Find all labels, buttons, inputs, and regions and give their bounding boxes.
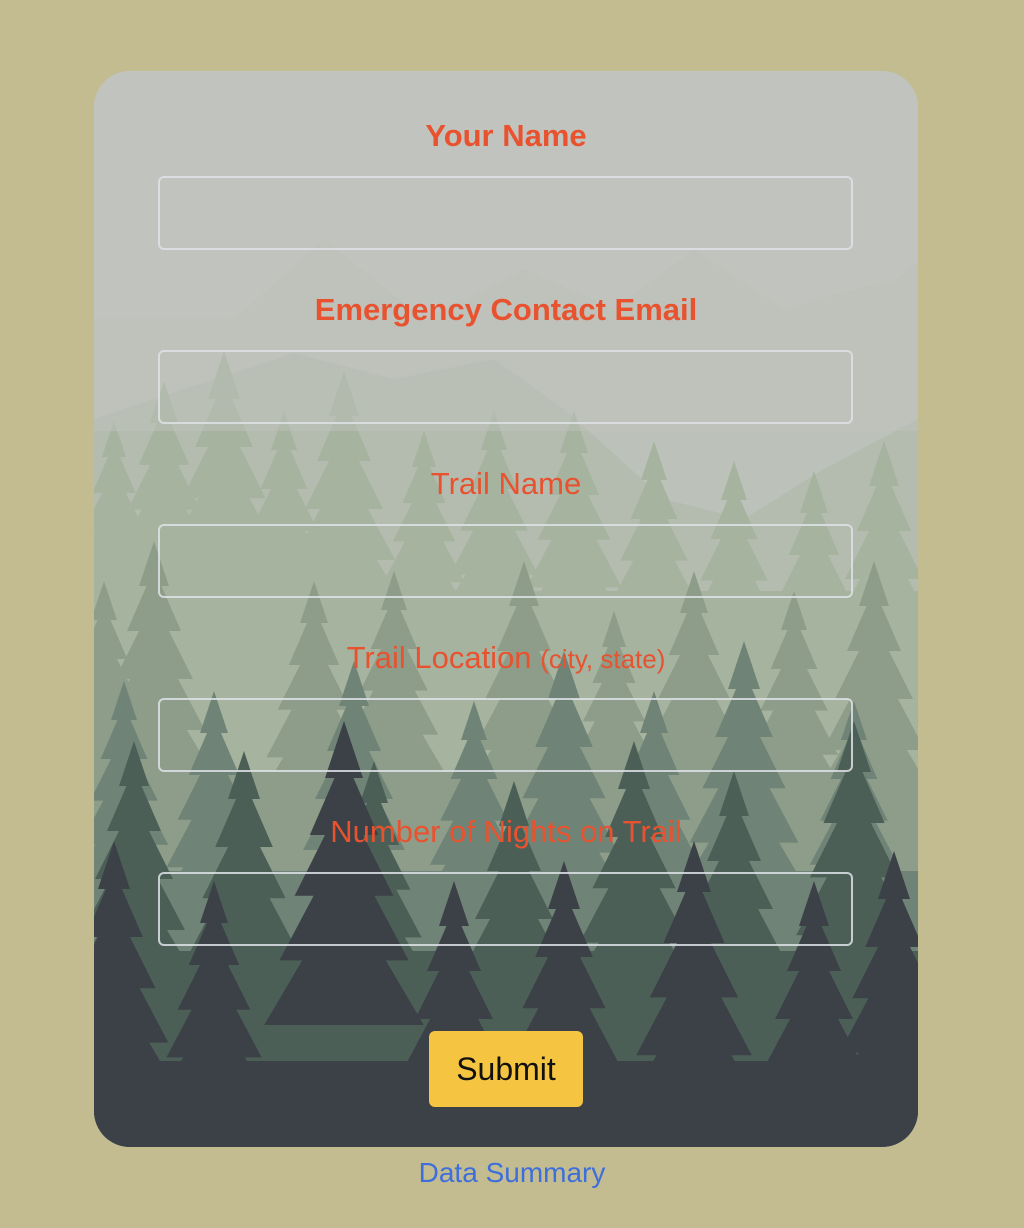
trail-name-input[interactable] bbox=[158, 524, 853, 598]
nights-on-trail-label-text: Number of Nights on Trail bbox=[330, 814, 682, 849]
data-summary-link[interactable]: Data Summary bbox=[0, 1156, 1024, 1190]
trail-location-label: Trail Location (city, state) bbox=[94, 638, 918, 679]
submit-button[interactable]: Submit bbox=[429, 1031, 583, 1107]
your-name-input[interactable] bbox=[158, 176, 853, 250]
trail-location-input[interactable] bbox=[158, 698, 853, 772]
emergency-email-label: Emergency Contact Email bbox=[94, 290, 918, 330]
trail-name-label-text: Trail Name bbox=[430, 466, 582, 501]
your-name-label: Your Name bbox=[94, 116, 918, 156]
nights-on-trail-input[interactable] bbox=[158, 872, 853, 946]
trail-location-hint: (city, state) bbox=[540, 644, 666, 674]
emergency-email-label-text: Emergency Contact Email bbox=[314, 292, 698, 327]
trail-form-card: Your Name Emergency Contact Email Trail … bbox=[94, 71, 918, 1147]
emergency-email-input[interactable] bbox=[158, 350, 853, 424]
trail-location-label-text: Trail Location bbox=[346, 640, 532, 675]
trail-registration-form: Your Name Emergency Contact Email Trail … bbox=[94, 71, 918, 1147]
nights-on-trail-label: Number of Nights on Trail bbox=[94, 812, 918, 852]
trail-name-label: Trail Name bbox=[94, 464, 918, 504]
your-name-label-text: Your Name bbox=[425, 118, 587, 153]
